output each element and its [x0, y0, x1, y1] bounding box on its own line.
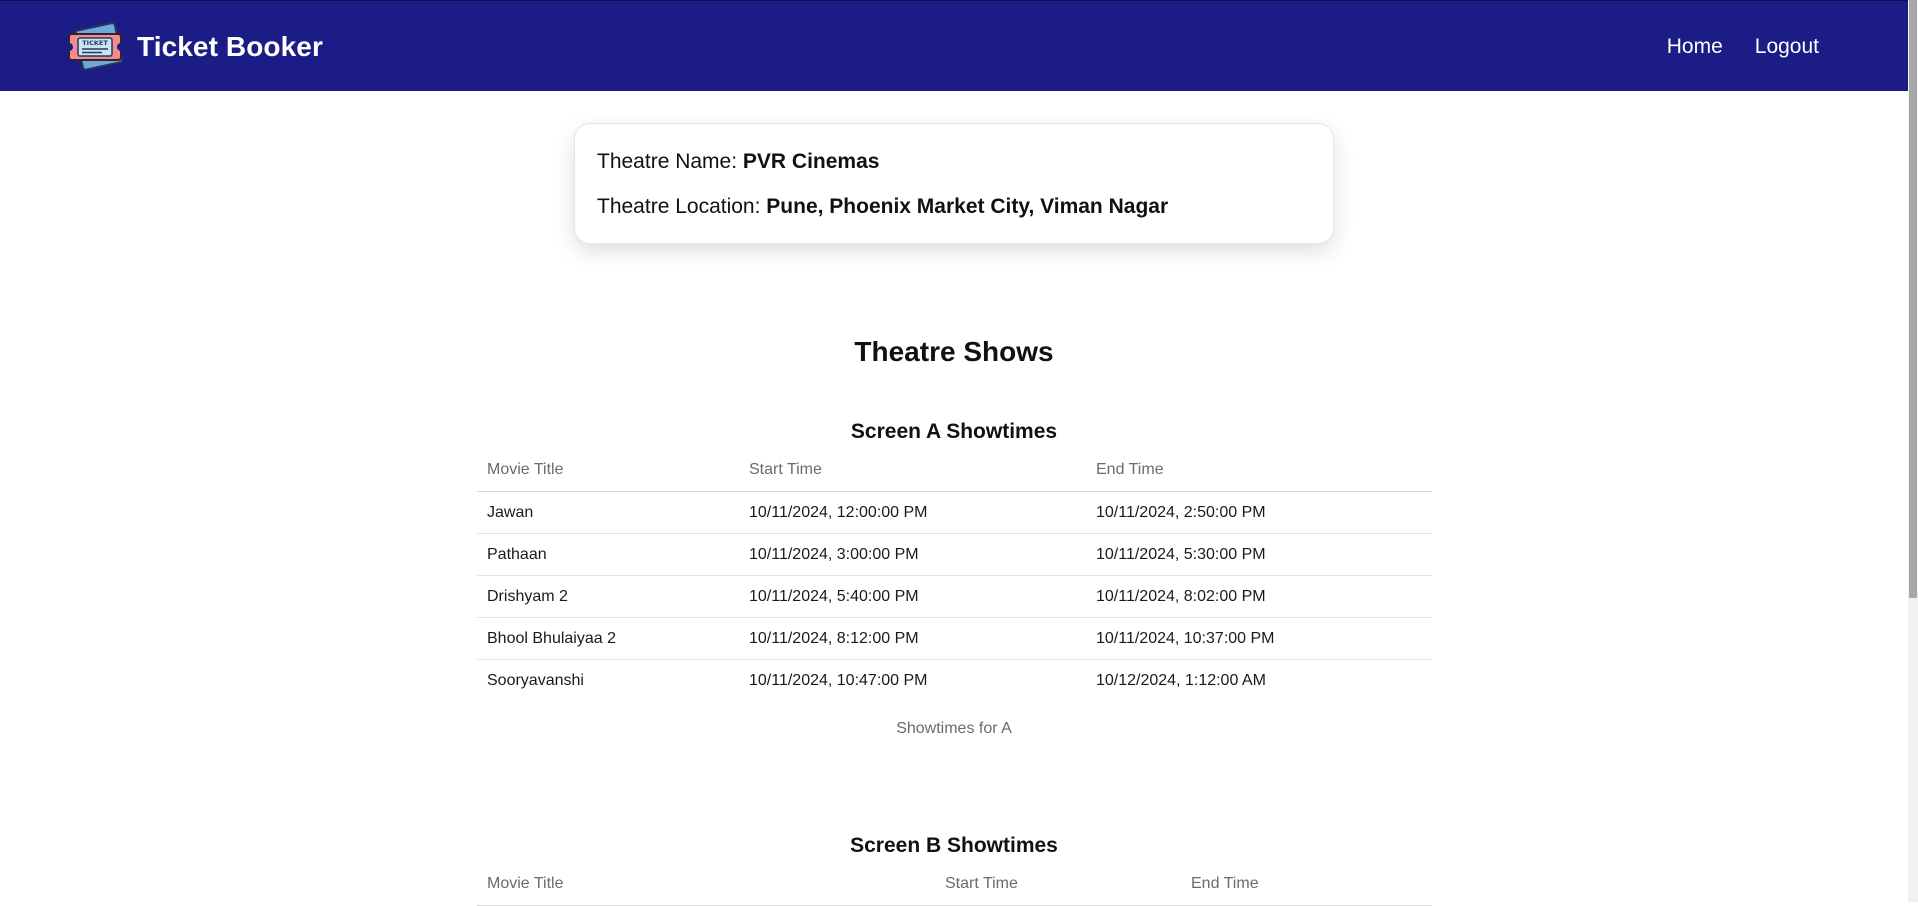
start-time-cell: 10/11/2024, 8:12:00 PM	[739, 617, 1086, 660]
table-header-row: Movie Title Start Time End Time	[477, 863, 1432, 906]
logo-text: TICKET	[82, 39, 108, 47]
scrollbar-thumb[interactable]	[1909, 0, 1917, 598]
navbar: TICKET Ticket Booker Home Logout	[0, 0, 1908, 91]
start-time-cell: 10/11/2024, 12:00:00 PM	[739, 491, 1086, 534]
shows-heading: Theatre Shows	[854, 336, 1054, 367]
nav-home-link[interactable]: Home	[1667, 35, 1723, 59]
nav-links: Home Logout	[1635, 1, 1819, 92]
column-header-end-time: End Time	[1181, 863, 1432, 906]
start-time-cell: 10/11/2024, 10:47:00 PM	[749, 671, 928, 689]
end-time-cell: 10/12/2024, 1:12:00 AM	[1096, 671, 1266, 689]
brand[interactable]: TICKET Ticket Booker	[67, 19, 323, 75]
theatre-location-label: Theatre Location:	[597, 195, 767, 218]
movie-title-cell: Bhool Bhulaiyaa 2	[477, 617, 739, 660]
end-time-cell: 10/11/2024, 10:37:00 PM	[1086, 617, 1432, 660]
table-row: Jawan 10/11/2024, 12:00:00 PM 10/11/2024…	[477, 491, 1432, 534]
column-header-end-time: End Time	[1086, 449, 1432, 492]
screen-a-table: Movie Title Start Time End Time Jawan 10…	[477, 449, 1432, 701]
column-header-start-time: Start Time	[935, 863, 1181, 906]
screen-b-title: Screen B Showtimes	[850, 834, 1058, 857]
theatre-location-line: Theatre Location: Pune, Phoenix Market C…	[597, 193, 1311, 221]
movie-title-cell: Sooryavanshi	[487, 671, 584, 689]
theatre-name-line: Theatre Name: PVR Cinemas	[597, 148, 1311, 176]
table-row: Drishyam 2 10/11/2024, 5:40:00 PM 10/11/…	[477, 575, 1432, 618]
page-scrollbar[interactable]	[1908, 0, 1918, 902]
ticket-icon: TICKET	[67, 22, 125, 71]
nav-logout-link[interactable]: Logout	[1755, 35, 1819, 59]
screen-a-caption: Showtimes for A	[896, 720, 1012, 737]
brand-name[interactable]: Ticket Booker	[137, 31, 323, 63]
table-row: Pathaan 10/11/2024, 3:00:00 PM 10/11/202…	[477, 533, 1432, 576]
screen-a-title: Screen A Showtimes	[850, 420, 1058, 443]
start-time-cell: 10/11/2024, 3:00:00 PM	[739, 533, 1086, 576]
column-header-start-time: Start Time	[739, 449, 1086, 492]
table-header-row: Movie Title Start Time End Time	[477, 449, 1432, 492]
column-header-movie-title: Movie Title	[477, 449, 739, 492]
theatre-info-card: Theatre Name: PVR Cinemas Theatre Locati…	[574, 123, 1334, 244]
end-time-cell: 10/11/2024, 2:50:00 PM	[1086, 491, 1432, 534]
table-row: Sooryavanshi 10/11/2024, 10:47:00 PM 10/…	[477, 660, 1432, 702]
theatre-location-value: Pune, Phoenix Market City, Viman Nagar	[766, 195, 1169, 218]
start-time-cell: 10/11/2024, 5:40:00 PM	[739, 575, 1086, 618]
end-time-cell: 10/11/2024, 8:02:00 PM	[1086, 575, 1432, 618]
movie-title-cell: Drishyam 2	[477, 575, 739, 618]
movie-title-cell: Jawan	[477, 491, 739, 534]
end-time-cell: 10/11/2024, 5:30:00 PM	[1086, 533, 1432, 576]
column-header-movie-title: Movie Title	[477, 863, 935, 906]
movie-title-cell: Pathaan	[477, 533, 739, 576]
theatre-name-value: PVR Cinemas	[742, 150, 880, 173]
screen-b-table: Movie Title Start Time End Time	[477, 863, 1432, 906]
theatre-name-label: Theatre Name:	[597, 150, 743, 173]
table-row: Bhool Bhulaiyaa 2 10/11/2024, 8:12:00 PM…	[477, 617, 1432, 660]
